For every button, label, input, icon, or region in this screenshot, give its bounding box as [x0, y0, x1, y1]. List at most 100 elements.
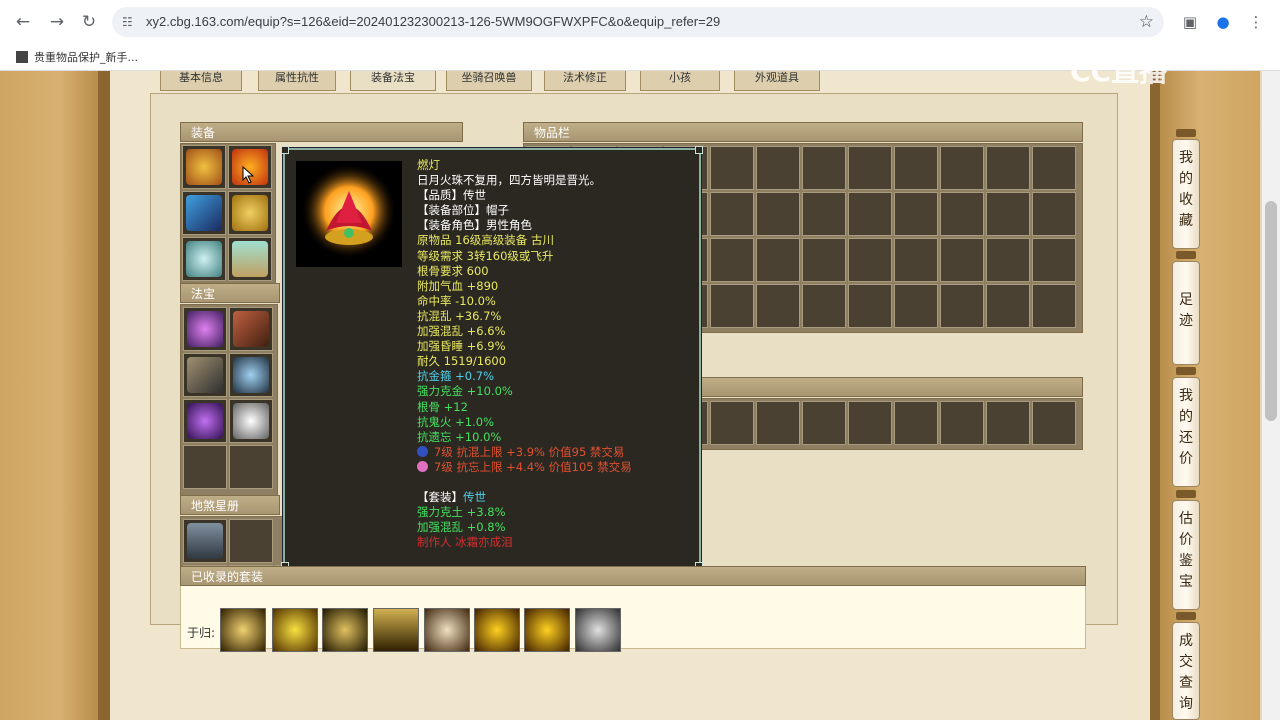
disha-slot[interactable] [183, 519, 227, 563]
fabao-slot[interactable] [183, 353, 227, 397]
inventory-slot[interactable] [894, 401, 938, 445]
inventory-slot[interactable] [848, 146, 892, 190]
inventory-slot[interactable] [802, 192, 846, 236]
suit-item-icon[interactable] [524, 608, 570, 652]
fabao-slot[interactable] [229, 399, 273, 443]
inventory-slot[interactable] [1032, 192, 1076, 236]
fabao-slot[interactable] [229, 353, 273, 397]
footprint-button[interactable]: 足迹 [1172, 261, 1200, 365]
gem-icon [417, 445, 428, 457]
sidepanel-icon[interactable]: ▣ [1180, 12, 1200, 32]
suit-item-icon[interactable] [474, 608, 520, 652]
inventory-slot[interactable] [756, 192, 800, 236]
equip-slot[interactable] [182, 145, 226, 189]
inventory-slot[interactable] [986, 146, 1030, 190]
inventory-slot[interactable] [710, 284, 754, 328]
tooltip-line-text: 原物品 16级高级装备 古川 [417, 233, 554, 248]
fabao-slot[interactable] [229, 445, 273, 489]
inventory-slot[interactable] [848, 238, 892, 282]
inventory-slot[interactable] [940, 146, 984, 190]
suit-item-icon[interactable] [575, 608, 621, 652]
tab-child[interactable]: 小孩 [640, 71, 720, 91]
deal-query-button[interactable]: 成交查询 [1172, 622, 1200, 720]
my-favorites-button[interactable]: 我的收藏 [1172, 139, 1200, 249]
suit-item-icon[interactable] [424, 608, 470, 652]
inventory-slot[interactable] [1032, 238, 1076, 282]
tooltip-line-text: 加强混乱 +0.8% [417, 520, 506, 535]
inventory-slot[interactable] [710, 146, 754, 190]
inventory-slot[interactable] [1032, 146, 1076, 190]
fabao-slot[interactable] [183, 445, 227, 489]
inventory-slot[interactable] [710, 238, 754, 282]
inventory-slot[interactable] [894, 146, 938, 190]
my-counter-offer-button[interactable]: 我的还价 [1172, 377, 1200, 487]
profile-icon[interactable]: ● [1213, 12, 1233, 32]
inventory-slot[interactable] [756, 284, 800, 328]
inventory-slot[interactable] [710, 401, 754, 445]
fabao-slot[interactable] [183, 399, 227, 443]
inventory-slot[interactable] [710, 192, 754, 236]
tab-basic[interactable]: 基本信息 [160, 71, 242, 91]
tooltip-line: 根骨要求 600 [417, 264, 697, 279]
suit-item-icon[interactable] [272, 608, 318, 652]
tooltip-line-text: 抗遗忘 +10.0% [417, 429, 502, 444]
appraise-button[interactable]: 估价鉴宝 [1172, 500, 1200, 610]
inventory-slot[interactable] [894, 192, 938, 236]
scroll-thumb[interactable] [1265, 201, 1277, 421]
inventory-slot[interactable] [848, 401, 892, 445]
tab-attributes[interactable]: 属性抗性 [258, 71, 336, 91]
inventory-slot[interactable] [802, 401, 846, 445]
url-text: xy2.cbg.163.com/equip?s=126&eid=20240123… [146, 14, 721, 29]
inventory-slot[interactable] [848, 192, 892, 236]
suit-item-icon[interactable] [373, 608, 419, 652]
back-icon[interactable]: ← [12, 11, 34, 33]
armor-item-icon [232, 195, 268, 231]
inventory-slot[interactable] [940, 192, 984, 236]
tooltip-line: 根骨 +12 [417, 400, 697, 415]
inventory-slot[interactable] [986, 284, 1030, 328]
inventory-slot[interactable] [894, 238, 938, 282]
equip-slot[interactable] [228, 237, 272, 281]
forward-icon[interactable]: → [46, 11, 68, 33]
reload-icon[interactable]: ↻ [78, 11, 100, 33]
tab-mount-pet[interactable]: 坐骑召唤兽 [446, 71, 532, 91]
inventory-slot[interactable] [940, 401, 984, 445]
equip-slot[interactable] [182, 237, 226, 281]
inventory-slot[interactable] [940, 238, 984, 282]
tab-spell[interactable]: 法术修正 [544, 71, 626, 91]
inventory-slot[interactable] [802, 284, 846, 328]
fabao-slot[interactable] [183, 307, 227, 351]
inventory-slot[interactable] [848, 284, 892, 328]
menu-icon[interactable]: ⋮ [1246, 12, 1266, 32]
inventory-slot[interactable] [940, 284, 984, 328]
tab-appearance[interactable]: 外观道具 [734, 71, 820, 91]
equip-slot[interactable] [182, 191, 226, 235]
site-info-icon[interactable]: ☷ [122, 15, 136, 29]
inventory-slot[interactable] [894, 284, 938, 328]
fabao-slot[interactable] [229, 307, 273, 351]
inventory-slot[interactable] [802, 146, 846, 190]
bookmark-star-icon[interactable]: ☆ [1139, 12, 1154, 32]
inventory-slot[interactable] [986, 401, 1030, 445]
inventory-slot[interactable] [986, 192, 1030, 236]
address-bar[interactable]: ☷ xy2.cbg.163.com/equip?s=126&eid=202401… [112, 7, 1164, 37]
tooltip-text: 燃灯 日月火珠不复用，四方皆明是晋光。 【品质】传世 【装备部位】帽子 【装备角色】男性… [417, 158, 697, 550]
inventory-slot[interactable] [756, 146, 800, 190]
inventory-slot[interactable] [1032, 401, 1076, 445]
inventory-slot[interactable] [756, 238, 800, 282]
inventory-slot[interactable] [1032, 284, 1076, 328]
tooltip-line-text: 抗混乱 +36.7% [417, 308, 502, 323]
inventory-slot[interactable] [756, 401, 800, 445]
page-scrollbar[interactable] [1262, 71, 1280, 720]
tooltip-line: 燃灯 [417, 158, 697, 173]
equip-slot[interactable] [228, 191, 272, 235]
tab-equipment[interactable]: 装备法宝 [350, 71, 436, 91]
watermark: CC直播 [1070, 55, 1168, 88]
tooltip-line: 抗金箍 +0.7% [417, 369, 697, 384]
suit-item-icon[interactable] [220, 608, 266, 652]
inventory-slot[interactable] [986, 238, 1030, 282]
disha-slot[interactable] [229, 519, 273, 563]
inventory-slot[interactable] [802, 238, 846, 282]
bookmark-item[interactable]: 贵重物品保护_新手... [16, 49, 138, 65]
suit-item-icon[interactable] [322, 608, 368, 652]
